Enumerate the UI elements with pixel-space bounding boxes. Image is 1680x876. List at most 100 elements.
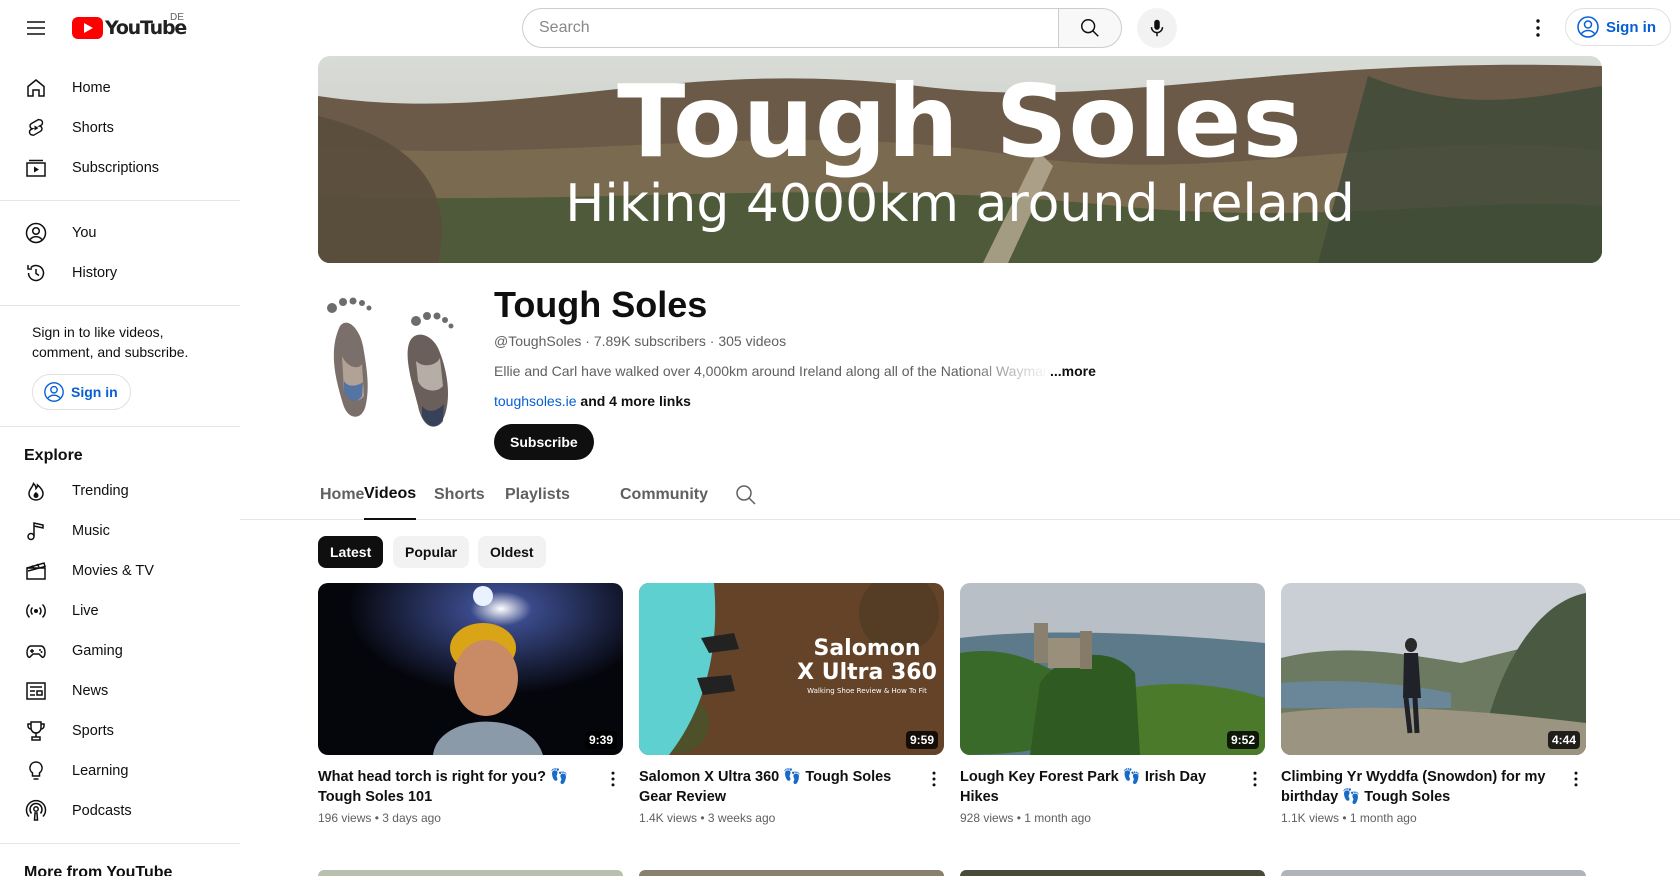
sidebar-item-label: Movies & TV <box>72 563 154 579</box>
video-thumbnail[interactable]: Salomon X Ultra 360 Walking Shoe Review … <box>639 583 944 755</box>
tab-community[interactable]: Community <box>620 470 708 519</box>
region-code: DE <box>170 12 184 23</box>
tab-playlists[interactable]: Playlists <box>505 470 570 519</box>
video-thumbnail-next-row[interactable] <box>1281 870 1586 876</box>
thumbnail-image: Salomon X Ultra 360 Walking Shoe Review … <box>639 583 944 755</box>
movies-icon <box>24 559 48 583</box>
more-links-button[interactable]: and 4 more links <box>577 393 691 409</box>
search-input[interactable] <box>522 8 1058 48</box>
tab-shorts[interactable]: Shorts <box>434 470 485 519</box>
sidebar-item-podcasts[interactable]: Podcasts <box>0 791 240 831</box>
news-icon <box>24 679 48 703</box>
sidebar-item-label: History <box>72 265 118 281</box>
explore-section-title: Explore <box>24 447 83 464</box>
sidebar-item-you[interactable]: You <box>0 213 240 253</box>
sidebar-item-label: You <box>72 225 97 241</box>
subscribe-button[interactable]: Subscribe <box>494 424 594 460</box>
video-metadata: 1.4K views • 3 weeks ago <box>639 811 944 825</box>
sidebar-item-label: Sports <box>72 723 114 739</box>
sidebar-item-shorts[interactable]: Shorts <box>0 108 240 148</box>
video-title[interactable]: Lough Key Forest Park 👣 Irish Day Hikes <box>960 767 1230 807</box>
you-icon <box>24 221 48 245</box>
menu-icon[interactable] <box>16 8 56 48</box>
microphone-icon <box>1150 19 1164 37</box>
video-menu-button[interactable] <box>1243 767 1267 791</box>
video-thumbnail[interactable]: 4:44 <box>1281 583 1586 755</box>
video-duration: 9:39 <box>584 731 617 749</box>
video-card[interactable]: 9:39 What head torch is right for you? 👣… <box>318 583 623 825</box>
sign-in-promo-text: Sign in to like videos, comment, and sub… <box>32 324 189 360</box>
video-card[interactable]: 4:44 Climbing Yr Wyddfa (Snowdon) for my… <box>1281 583 1586 825</box>
channel-website-link[interactable]: toughsoles.ie <box>494 393 577 409</box>
video-menu-button[interactable] <box>1564 767 1588 791</box>
sidebar-item-label: Podcasts <box>72 803 132 819</box>
upload-age: 1 month ago <box>1024 811 1091 825</box>
live-icon <box>24 599 48 623</box>
video-card[interactable]: Salomon X Ultra 360 Walking Shoe Review … <box>639 583 944 825</box>
sidebar-item-home[interactable]: Home <box>0 68 240 108</box>
video-title[interactable]: Salomon X Ultra 360 👣 Tough Soles Gear R… <box>639 767 909 807</box>
video-thumbnail-next-row[interactable] <box>960 870 1265 876</box>
more-vert-icon <box>1574 771 1578 787</box>
account-icon <box>44 382 64 402</box>
sidebar-divider <box>0 843 240 844</box>
upload-age: 3 days ago <box>382 811 441 825</box>
video-thumbnail-next-row[interactable] <box>318 870 623 876</box>
video-duration: 9:59 <box>905 731 938 749</box>
search-box <box>522 8 1122 48</box>
video-thumbnail[interactable]: 9:39 <box>318 583 623 755</box>
sidebar-item-subscriptions[interactable]: Subscriptions <box>0 148 240 188</box>
sidebar-item-music[interactable]: Music <box>0 511 240 551</box>
sidebar-item-trending[interactable]: Trending <box>0 471 240 511</box>
thumbnail-image <box>318 583 623 755</box>
video-card[interactable]: 9:52 Lough Key Forest Park 👣 Irish Day H… <box>960 583 1265 825</box>
tab-home[interactable]: Home <box>320 470 364 519</box>
channel-banner: Tough Soles Hiking 4000km around Ireland <box>318 56 1602 263</box>
thumbnail-text-line3: Walking Shoe Review & How To Fit <box>807 687 927 695</box>
channel-search-button[interactable] <box>734 483 758 507</box>
video-title[interactable]: Climbing Yr Wyddfa (Snowdon) for my birt… <box>1281 767 1551 807</box>
tab-videos[interactable]: Videos <box>364 470 417 520</box>
sidebar-item-sports[interactable]: Sports <box>0 711 240 751</box>
sidebar-item-movies-tv[interactable]: Movies & TV <box>0 551 240 591</box>
video-title[interactable]: What head torch is right for you? 👣 Toug… <box>318 767 588 807</box>
sidebar-divider <box>0 305 240 306</box>
settings-more-button[interactable] <box>1518 8 1558 48</box>
youtube-logo[interactable]: YouTube <box>72 17 187 39</box>
chip-latest[interactable]: Latest <box>318 536 384 568</box>
sidebar-item-news[interactable]: News <box>0 671 240 711</box>
chip-oldest[interactable]: Oldest <box>478 536 546 568</box>
sidebar-item-label: Subscriptions <box>72 160 160 176</box>
channel-handle: @ToughSoles <box>494 333 582 349</box>
separator: · <box>585 333 594 349</box>
more-from-youtube-title: More from YouTube <box>24 864 173 876</box>
description-more-button[interactable]: ...more <box>1050 363 1096 379</box>
thumbnail-image <box>960 583 1265 755</box>
sidebar-sign-in-button[interactable]: Sign in <box>32 374 131 410</box>
sidebar-item-learning[interactable]: Learning <box>0 751 240 791</box>
sidebar-item-label: Learning <box>72 763 129 779</box>
more-vert-icon <box>611 771 615 787</box>
sign-in-button[interactable]: Sign in <box>1565 8 1671 46</box>
chip-popular[interactable]: Popular <box>393 536 470 568</box>
video-thumbnail[interactable]: 9:52 <box>960 583 1265 755</box>
sidebar-item-live[interactable]: Live <box>0 591 240 631</box>
video-menu-button[interactable] <box>922 767 946 791</box>
search-button[interactable] <box>1058 8 1122 48</box>
sidebar-item-history[interactable]: History <box>0 253 240 293</box>
video-menu-button[interactable] <box>601 767 625 791</box>
video-metadata: 1.1K views • 1 month ago <box>1281 811 1586 825</box>
home-icon <box>24 76 48 100</box>
video-metadata: 196 views • 3 days ago <box>318 811 623 825</box>
sidebar-item-label: Music <box>72 523 110 539</box>
channel-description[interactable]: Ellie and Carl have walked over 4,000km … <box>494 363 1054 379</box>
sidebar-item-gaming[interactable]: Gaming <box>0 631 240 671</box>
separator: • <box>700 811 708 825</box>
youtube-logo-icon <box>72 17 103 39</box>
video-thumbnail-next-row[interactable] <box>639 870 944 876</box>
sidebar-item-label: Shorts <box>72 120 114 136</box>
view-count: 1.1K views <box>1281 811 1340 825</box>
view-count: 928 views <box>960 811 1014 825</box>
footprints-logo <box>327 297 454 427</box>
voice-search-button[interactable] <box>1137 8 1177 48</box>
